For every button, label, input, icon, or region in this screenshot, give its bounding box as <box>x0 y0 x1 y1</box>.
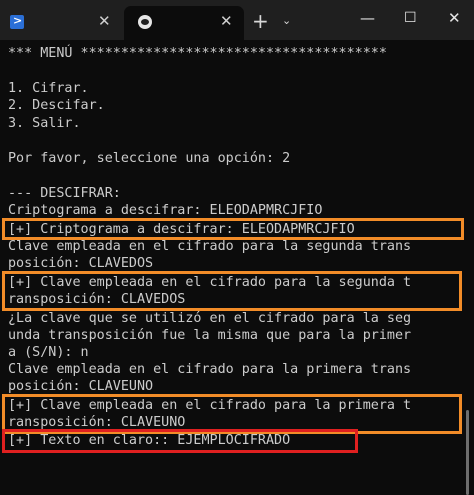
chevron-down-icon[interactable]: ⌄ <box>282 14 291 28</box>
title-bar: > ✕ ✕ + ⌄ — ☐ ✕ <box>0 0 474 40</box>
close-window-button[interactable]: ✕ <box>448 8 461 28</box>
input-key1-line: Clave empleada en el cifrado para la pri… <box>8 362 412 377</box>
output-plaintext-line: [+] Texto en claro:: EJEMPLOCIFRADO <box>8 433 291 448</box>
input-key2-line-cont: posición: CLAVEDOS <box>8 256 154 271</box>
tab-linux[interactable]: ✕ <box>124 6 244 40</box>
linux-icon <box>138 15 152 29</box>
question-answer-line: a (S/N): n <box>8 345 89 360</box>
output-key1-line-cont: ransposición: CLAVEUNO <box>8 415 186 430</box>
prompt-line: Por favor, seleccione una opción: 2 <box>8 151 291 166</box>
output-key2-line-cont: ransposición: CLAVEDOS <box>8 292 186 307</box>
scrollbar[interactable] <box>466 410 469 495</box>
output-key2-line: [+] Clave empleada en el cifrado para la… <box>8 275 412 290</box>
input-key2-line: Clave empleada en el cifrado para la seg… <box>8 239 412 254</box>
maximize-button[interactable]: ☐ <box>404 8 417 28</box>
menu-option-cifrar: 1. Cifrar. <box>8 81 89 96</box>
input-ciphertext-line: Criptograma a descifrar: ELEODAPMRCJFIO <box>8 203 323 218</box>
tab-powershell[interactable]: > ✕ <box>0 6 122 40</box>
question-line-cont: unda transposición fue la misma que para… <box>8 328 412 343</box>
section-header-line: --- DESCIFRAR: <box>8 186 121 201</box>
minimize-button[interactable]: — <box>360 8 375 28</box>
menu-option-descifrar: 2. Descifar. <box>8 98 105 113</box>
new-tab-button[interactable]: + <box>252 10 269 32</box>
powershell-icon: > <box>10 14 24 29</box>
menu-header-line: *** MENÚ *******************************… <box>8 46 387 61</box>
menu-option-salir: 3. Salir. <box>8 116 81 131</box>
input-key1-line-cont: posición: CLAVEUNO <box>8 379 154 394</box>
output-ciphertext-line: [+] Criptograma a descifrar: ELEODAPMRCJ… <box>8 222 355 237</box>
close-icon[interactable]: ✕ <box>220 11 233 31</box>
question-line: ¿La clave que se utilizó en el cifrado p… <box>8 311 412 326</box>
terminal-output[interactable]: *** MENÚ *******************************… <box>0 40 474 495</box>
output-key1-line: [+] Clave empleada en el cifrado para la… <box>8 398 412 413</box>
close-icon[interactable]: ✕ <box>98 11 111 31</box>
